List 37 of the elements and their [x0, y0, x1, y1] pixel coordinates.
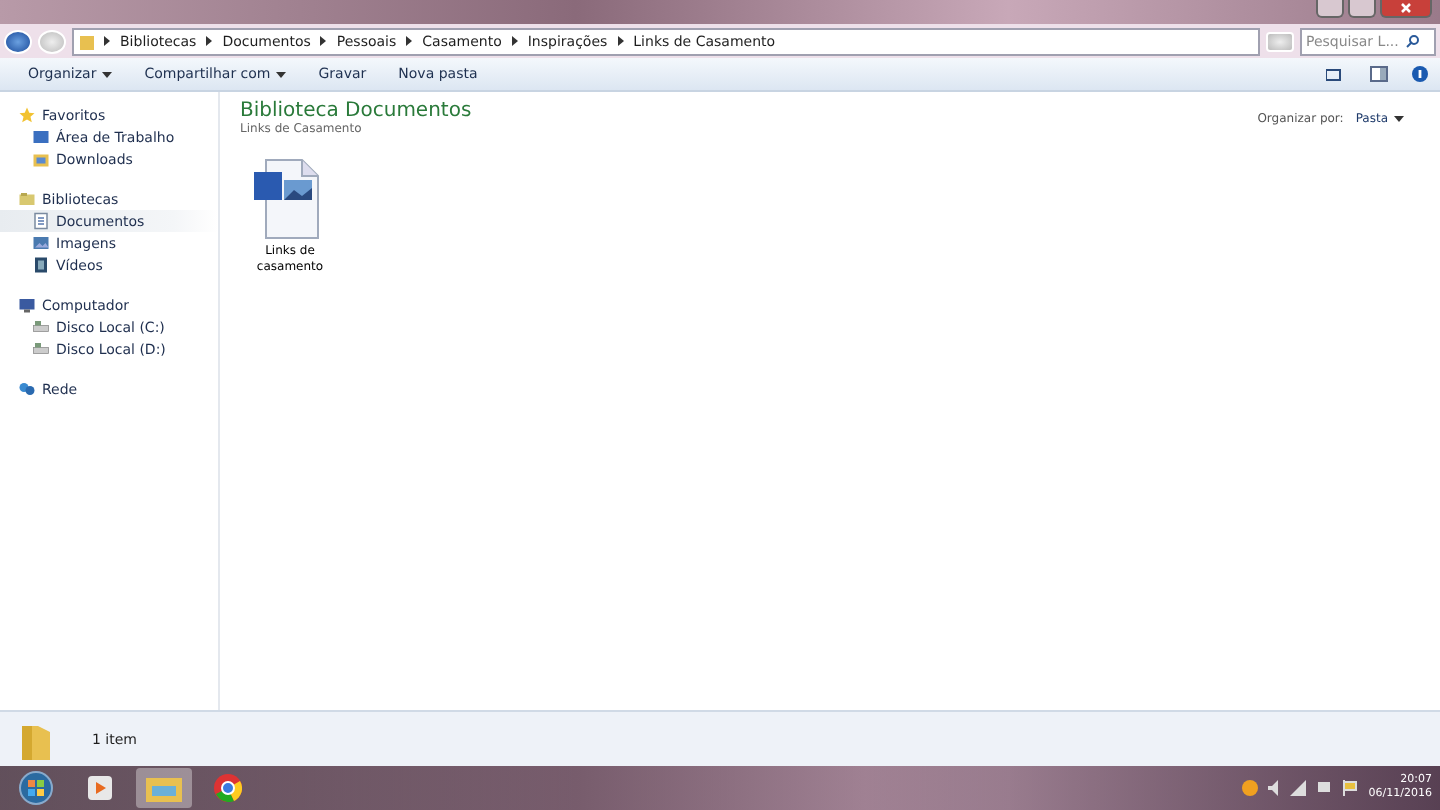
- media-player-icon: [88, 776, 112, 800]
- library-icon: [18, 190, 36, 208]
- caret-icon: [102, 69, 113, 79]
- folder-icon: [146, 774, 182, 802]
- chevron-icon: [509, 36, 520, 46]
- desktop-icon: [32, 128, 50, 146]
- caret-icon: [1394, 114, 1404, 124]
- computer-icon: [18, 296, 36, 314]
- doc-icon: [32, 212, 50, 230]
- drive-icon: [32, 340, 50, 358]
- star-icon: [18, 106, 36, 124]
- view-icon[interactable]: [1326, 67, 1346, 81]
- chevron-icon: [204, 36, 215, 46]
- chevron-icon: [102, 36, 112, 46]
- signal-icon[interactable]: [1290, 780, 1307, 796]
- minimize-button[interactable]: [1316, 0, 1344, 18]
- back-button[interactable]: [4, 29, 32, 53]
- close-icon: [1400, 2, 1412, 14]
- search-icon: [1406, 34, 1420, 48]
- chevron-icon: [318, 36, 329, 46]
- close-button[interactable]: [1380, 0, 1432, 18]
- browser-icon: [214, 774, 242, 802]
- image-icon: [32, 234, 50, 252]
- maximize-button[interactable]: [1348, 0, 1376, 18]
- chevron-icon: [615, 36, 626, 46]
- folder-icon: [80, 33, 94, 49]
- drive-icon: [32, 318, 50, 336]
- flag-icon[interactable]: [1342, 780, 1359, 796]
- speaker-icon[interactable]: [1268, 780, 1281, 796]
- caret-icon: [276, 69, 287, 79]
- start-orb-icon: [18, 770, 54, 806]
- notification-icon[interactable]: [1242, 780, 1259, 796]
- preview-pane-icon[interactable]: [1370, 66, 1388, 82]
- library-title: Biblioteca Documentos: [240, 100, 472, 122]
- folder-icon: [32, 150, 50, 168]
- chevron-icon: [404, 36, 415, 46]
- video-icon: [32, 256, 50, 274]
